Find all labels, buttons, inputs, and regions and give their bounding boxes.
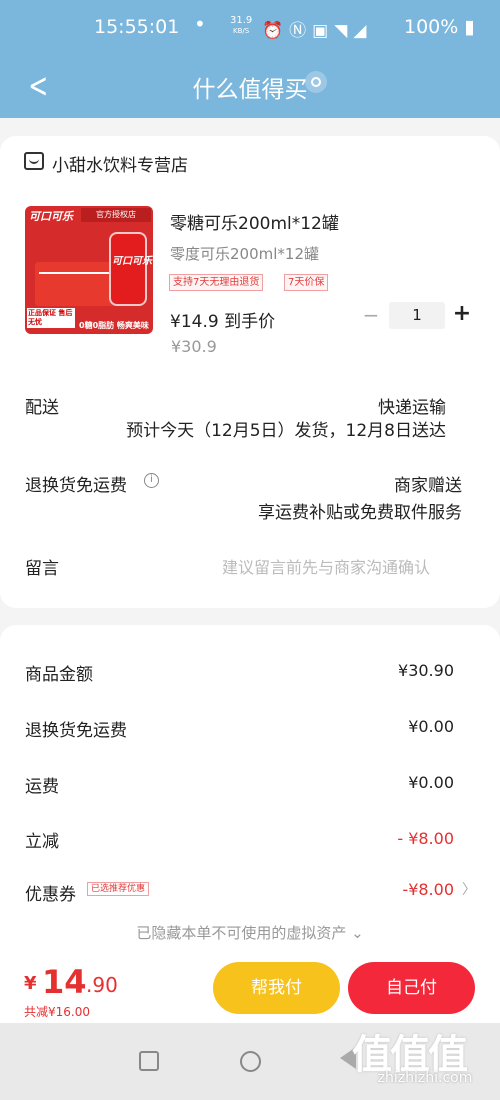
status-time: 15:55:01 — [94, 16, 180, 38]
shipping-value: ¥0.00 — [408, 773, 454, 792]
alarm-icon: ⏰ — [262, 21, 290, 41]
notification-dot-icon: • — [194, 12, 206, 36]
return-fee-label: 退换货免运费 — [25, 721, 127, 741]
product-image-auth: 官方授权店 — [81, 208, 151, 222]
total-saved: 共减¥16.00 — [24, 1005, 90, 1019]
remark-label: 留言 — [25, 559, 59, 579]
total-currency: ¥ — [24, 973, 37, 994]
wifi-icon: ◥ — [334, 21, 354, 41]
network-speed-unit: KB/S — [233, 27, 250, 35]
status-icons: ⏰Ⓝ▣◥◢ — [262, 16, 372, 41]
delivery-method: 快递运输 — [378, 398, 446, 418]
hidden-assets-toggle[interactable]: 已隐藏本单不可使用的虚拟资产 ⌄ — [0, 922, 500, 943]
delivery-label: 配送 — [25, 398, 59, 418]
discount-label: 立减 — [25, 832, 59, 852]
battery-icon: ▮ — [464, 16, 475, 38]
product-image-box — [35, 262, 117, 306]
battery-percent: 100% — [404, 16, 459, 38]
return-fee-value: ¥0.00 — [408, 717, 454, 736]
remark-input[interactable]: 建议留言前先与商家沟通确认 — [222, 554, 430, 578]
quantity-input[interactable]: 1 — [389, 302, 445, 329]
shipping-label: 运费 — [25, 777, 59, 797]
recent-apps-icon[interactable] — [139, 1051, 159, 1071]
coupon-label: 优惠券 — [25, 885, 76, 905]
signal-icon: ◢ — [353, 21, 373, 41]
self-pay-button[interactable]: 自己付 — [348, 962, 475, 1014]
network-speed: 31.9 KB/S — [230, 16, 252, 36]
total-integer: 14 — [42, 963, 87, 1001]
help-pay-button[interactable]: 帮我付 — [213, 962, 340, 1014]
watermark: 值值值 zhizhizhi.com — [350, 1020, 500, 1100]
goods-amount-value: ¥30.90 — [398, 661, 454, 680]
product-image-brand: 可口可乐 — [29, 210, 73, 223]
coupon-tag: 已选推荐优惠 — [87, 882, 150, 896]
nfc-icon: Ⓝ — [289, 21, 313, 41]
discount-value: - ¥8.00 — [397, 829, 454, 848]
return-freight-provider: 商家赠送 — [394, 476, 462, 496]
battery-level: 100% ▮ — [404, 16, 475, 38]
product-image-can — [109, 232, 147, 306]
nav-bar: < 什么值得买 — [0, 58, 500, 118]
goods-amount-label: 商品金额 — [25, 665, 93, 685]
badge-return-policy: 支持7天无理由退货 — [169, 274, 264, 291]
quantity-increase-button[interactable]: + — [451, 301, 473, 327]
status-bar: 15:55:01 • 31.9 KB/S ⏰Ⓝ▣◥◢ 100% ▮ — [0, 0, 500, 58]
page-title: 什么值得买 — [192, 77, 308, 103]
coupon-value[interactable]: -¥8.00 — [402, 880, 454, 899]
return-freight-label: 退换货免运费 — [25, 476, 127, 496]
product-image[interactable]: 可口可乐 官方授权店 可口可乐 正品保证 售后无忧 0糖0脂肪 畅爽美味 — [25, 206, 153, 334]
home-icon[interactable] — [240, 1051, 261, 1072]
product-final-price: ¥14.9 到手价 — [170, 312, 276, 332]
chevron-right-icon[interactable]: 〉 — [462, 879, 476, 899]
product-image-tag-guarantee: 正品保证 售后无忧 — [27, 308, 75, 328]
product-image-tag-sugar: 0糖0脂肪 畅爽美味 — [79, 321, 149, 330]
quantity-decrease-button[interactable]: − — [360, 302, 382, 328]
total-decimal: .90 — [86, 973, 118, 997]
shop-icon — [24, 152, 44, 170]
return-freight-detail: 享运费补贴或免费取件服务 — [258, 503, 462, 523]
watermark-site: zhizhizhi.com — [377, 1070, 473, 1086]
info-icon[interactable]: i — [144, 473, 159, 488]
location-icon[interactable] — [305, 71, 327, 93]
delivery-estimate: 预计今天（12月5日）发货，12月8日送达 — [126, 421, 446, 441]
shop-name[interactable]: 小甜水饮料专营店 — [52, 151, 188, 176]
product-image-can-logo: 可口可乐 — [112, 256, 152, 267]
product-original-price: ¥30.9 — [171, 337, 217, 356]
network-speed-value: 31.9 — [230, 15, 253, 26]
product-spec: 零度可乐200ml*12罐 — [170, 245, 319, 263]
product-title[interactable]: 零糖可乐200ml*12罐 — [170, 209, 339, 234]
volte-icon: ▣ — [312, 21, 335, 41]
badge-price-protect: 7天价保 — [284, 274, 329, 291]
